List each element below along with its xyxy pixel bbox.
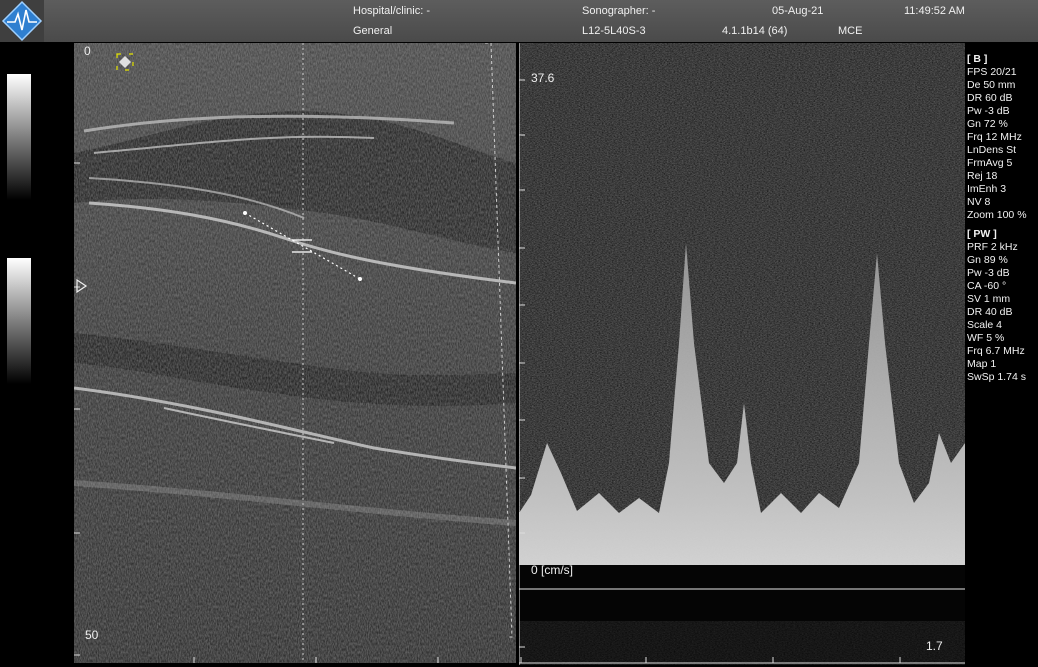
pw-param: PRF 2 kHz <box>967 241 1018 253</box>
doppler-grayscale-bar <box>7 258 31 384</box>
pw-param: SwSp 1.74 s <box>967 371 1026 383</box>
pw-section-title: [ PW ] <box>967 228 997 240</box>
pw-param: SV 1 mm <box>967 293 1011 305</box>
b-param: De 50 mm <box>967 79 1016 91</box>
app-logo[interactable] <box>0 0 44 42</box>
b-param: LnDens St <box>967 144 1017 156</box>
depth-bottom-label: 50 <box>85 628 99 642</box>
b-param: Pw -3 dB <box>967 105 1010 117</box>
b-param: FrmAvg 5 <box>967 157 1013 169</box>
depth-top-label: 0 <box>84 44 91 58</box>
b-param: Frq 12 MHz <box>967 131 1022 143</box>
pw-param: Gn 89 % <box>967 254 1008 266</box>
pw-param: Frq 6.7 MHz <box>967 345 1025 357</box>
focus-marker-icon <box>116 53 134 71</box>
b-param: Gn 72 % <box>967 118 1008 130</box>
info-bar: Hospital/clinic: - Sonographer: - 05-Aug… <box>0 0 1038 42</box>
pw-param: CA -60 ° <box>967 280 1007 292</box>
exam-time: 11:49:52 AM <box>904 5 965 17</box>
b-param: ImEnh 3 <box>967 183 1007 195</box>
velocity-scale-max: 37.6 <box>531 71 555 85</box>
depth-marker-icon <box>76 278 88 294</box>
parameter-panel: [ B ] FPS 20/21 De 50 mm DR 60 dB Pw -3 … <box>967 53 1027 384</box>
focus-marker[interactable] <box>116 53 134 71</box>
b-param: Zoom 100 % <box>967 209 1027 221</box>
b-param: FPS 20/21 <box>967 66 1017 78</box>
spectral-doppler-display[interactable] <box>519 43 965 665</box>
b-mode-section-title: [ B ] <box>967 53 988 65</box>
app-logo-icon <box>1 0 43 42</box>
sonographer-label: Sonographer: - <box>582 5 656 17</box>
b-param: NV 8 <box>967 196 991 208</box>
b-mode-scan <box>74 43 516 663</box>
b-param: Rej 18 <box>967 170 998 182</box>
b-param: DR 60 dB <box>967 92 1013 104</box>
mode-tag: MCE <box>838 25 863 37</box>
velocity-baseline-label: 0 [cm/s] <box>531 563 574 577</box>
version-label: 4.1.1b14 (64) <box>722 25 788 37</box>
pw-param: Scale 4 <box>967 319 1003 331</box>
doppler-spectrum <box>519 43 965 665</box>
pw-param: Map 1 <box>967 358 997 370</box>
pw-param: DR 40 dB <box>967 306 1013 318</box>
depth-marker[interactable] <box>74 278 88 294</box>
b-mode-grayscale-bar <box>7 74 31 200</box>
probe-label: L12-5L40S-3 <box>582 25 646 37</box>
preset-label: General <box>353 25 393 37</box>
pw-param: WF 5 % <box>967 332 1005 344</box>
exam-date: 05-Aug-21 <box>772 5 824 17</box>
time-scale-label: 1.7 <box>926 639 943 653</box>
pw-param: Pw -3 dB <box>967 267 1010 279</box>
hospital-label: Hospital/clinic: - <box>353 5 431 17</box>
b-mode-image[interactable] <box>74 43 516 663</box>
